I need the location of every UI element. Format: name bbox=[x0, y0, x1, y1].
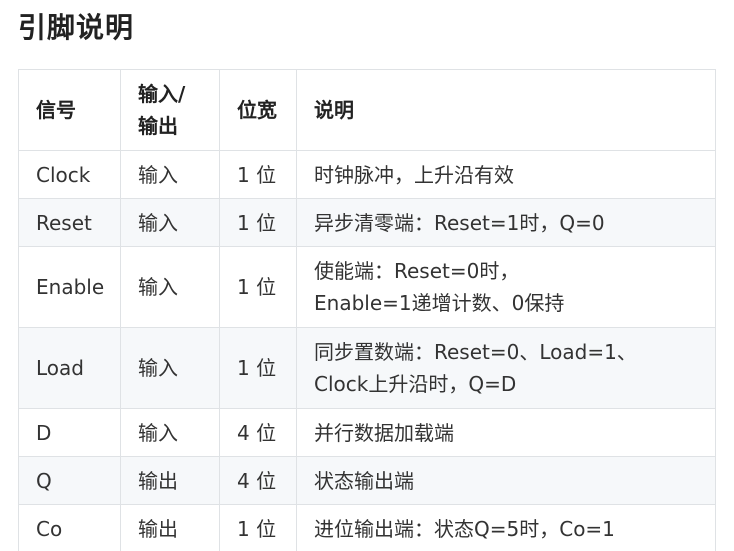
header-description: 说明 bbox=[296, 69, 716, 151]
cell-description: 进位输出端：状态Q=5时，Co=1 bbox=[296, 504, 716, 551]
cell-width: 1 位 bbox=[219, 198, 297, 247]
table-row: Q 输出 4 位 状态输出端 bbox=[18, 456, 716, 505]
page-title: 引脚说明 bbox=[18, 11, 135, 44]
cell-width: 1 位 bbox=[219, 150, 297, 199]
table-body: Clock 输入 1 位 时钟脉冲，上升沿有效 Reset 输入 1 位 异步清… bbox=[18, 150, 716, 551]
cell-description: 状态输出端 bbox=[296, 456, 716, 505]
table-row: Clock 输入 1 位 时钟脉冲，上升沿有效 bbox=[18, 150, 716, 199]
cell-direction: 输出 bbox=[120, 504, 220, 551]
cell-signal: D bbox=[18, 408, 121, 457]
cell-width: 1 位 bbox=[219, 504, 297, 551]
table-row: D 输入 4 位 并行数据加载端 bbox=[18, 408, 716, 457]
header-width: 位宽 bbox=[219, 69, 297, 151]
table-row: Load 输入 1 位 同步置数端：Reset=0、Load=1、 Clock上… bbox=[18, 327, 716, 409]
cell-signal: Enable bbox=[18, 246, 121, 328]
cell-width: 4 位 bbox=[219, 408, 297, 457]
cell-description: 同步置数端：Reset=0、Load=1、 Clock上升沿时，Q=D bbox=[296, 327, 716, 409]
cell-description: 使能端：Reset=0时， Enable=1递增计数、0保持 bbox=[296, 246, 716, 328]
cell-direction: 输入 bbox=[120, 198, 220, 247]
cell-description: 时钟脉冲，上升沿有效 bbox=[296, 150, 716, 199]
cell-width: 1 位 bbox=[219, 246, 297, 328]
cell-direction: 输出 bbox=[120, 456, 220, 505]
cell-signal: Co bbox=[18, 504, 121, 551]
header-signal: 信号 bbox=[18, 69, 121, 151]
cell-direction: 输入 bbox=[120, 408, 220, 457]
table-header-row: 信号 输入/ 输出 位宽 说明 bbox=[18, 69, 716, 151]
cell-direction: 输入 bbox=[120, 246, 220, 328]
cell-width: 1 位 bbox=[219, 327, 297, 409]
pin-table: 信号 输入/ 输出 位宽 说明 Clock 输入 1 位 时钟脉冲，上升沿有效 … bbox=[18, 69, 716, 551]
table-row: Enable 输入 1 位 使能端：Reset=0时， Enable=1递增计数… bbox=[18, 246, 716, 328]
cell-signal: Load bbox=[18, 327, 121, 409]
cell-width: 4 位 bbox=[219, 456, 297, 505]
cell-signal: Reset bbox=[18, 198, 121, 247]
header-direction: 输入/ 输出 bbox=[120, 69, 220, 151]
table-row: Co 输出 1 位 进位输出端：状态Q=5时，Co=1 bbox=[18, 504, 716, 551]
cell-signal: Q bbox=[18, 456, 121, 505]
cell-signal: Clock bbox=[18, 150, 121, 199]
table-row: Reset 输入 1 位 异步清零端：Reset=1时，Q=0 bbox=[18, 198, 716, 247]
cell-description: 异步清零端：Reset=1时，Q=0 bbox=[296, 198, 716, 247]
cell-direction: 输入 bbox=[120, 150, 220, 199]
cell-direction: 输入 bbox=[120, 327, 220, 409]
cell-description: 并行数据加载端 bbox=[296, 408, 716, 457]
